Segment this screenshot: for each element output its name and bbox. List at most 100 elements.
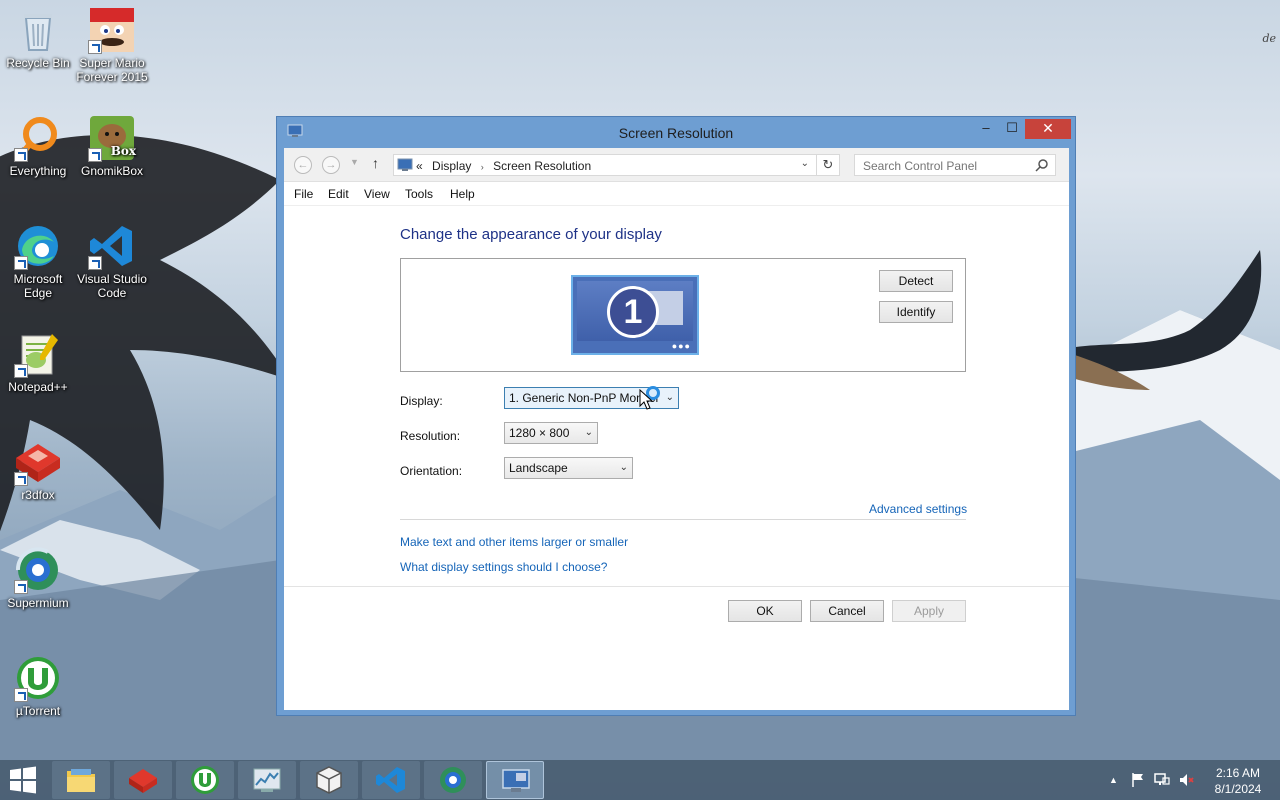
desktop-icon-notepadpp[interactable]: Notepad++ <box>0 330 76 394</box>
network-icon[interactable] <box>1154 772 1170 788</box>
menu-view[interactable]: View <box>364 187 390 201</box>
identify-button[interactable]: Identify <box>879 301 953 323</box>
breadcrumb-screen-resolution[interactable]: Screen Resolution <box>493 159 591 173</box>
system-clock[interactable]: 2:16 AM 8/1/2024 <box>1206 765 1270 797</box>
mouse-pointer-icon <box>639 389 653 410</box>
taskbar-file-explorer[interactable] <box>52 761 110 799</box>
window-title: Screen Resolution <box>618 125 734 141</box>
orientation-select-value: Landscape <box>509 461 568 475</box>
orientation-label: Orientation: <box>400 464 463 478</box>
display-icon <box>397 158 413 171</box>
desktop-icon-edge[interactable]: Microsoft Edge <box>0 222 76 300</box>
taskbar-task-manager[interactable] <box>238 761 296 799</box>
resolution-select-value: 1280 × 800 <box>509 426 570 440</box>
utorrent-icon <box>14 654 62 702</box>
gnomikbox-icon: Box <box>88 114 136 162</box>
recycle-bin-icon <box>14 6 62 54</box>
monitor-number-badge: 1 <box>607 286 659 338</box>
chevron-down-icon: ⌄ <box>619 462 628 473</box>
taskbar: ▲ 2:16 AM 8/1/2024 <box>0 760 1280 800</box>
desktop-icon-vscode[interactable]: Visual Studio Code <box>74 222 150 300</box>
show-hidden-icons-chevron-icon[interactable]: ▲ <box>1109 775 1118 785</box>
display-control-panel-icon <box>502 769 530 792</box>
taskbar-r3dfox[interactable] <box>114 761 172 799</box>
vscode-icon <box>376 767 405 793</box>
search-box[interactable] <box>854 154 1056 176</box>
resolution-label: Resolution: <box>400 429 461 443</box>
folder-icon <box>67 769 95 792</box>
text-size-link[interactable]: Make text and other items larger or smal… <box>400 535 628 549</box>
notepad-plus-plus-icon <box>14 330 62 378</box>
taskbar-utorrent[interactable] <box>176 761 234 799</box>
chevron-down-icon: ⌄ <box>584 427 593 438</box>
utorrent-icon <box>191 766 219 794</box>
menu-edit[interactable]: Edit <box>328 187 349 201</box>
desktop-icon-utorrent[interactable]: µTorrent <box>0 654 76 718</box>
display-select-value: 1. Generic Non-PnP Monitor <box>509 391 660 405</box>
monitor-arrangement-area: 1 ●●● Detect Identify <box>400 258 966 372</box>
desktop-icon-label: Microsoft Edge <box>13 272 63 300</box>
monitor-dots-icon: ●●● <box>671 341 691 351</box>
desktop-icon-gnomikbox[interactable]: Box GnomikBox <box>74 114 150 178</box>
advanced-settings-link[interactable]: Advanced settings <box>869 502 967 516</box>
menu-tools[interactable]: Tools <box>405 187 433 201</box>
orientation-select[interactable]: Landscape ⌄ <box>504 457 633 479</box>
desktop-icon-everything[interactable]: Everything <box>0 114 76 178</box>
forward-button[interactable]: → <box>322 156 340 174</box>
desktop-icon-label: Recycle Bin <box>6 56 70 70</box>
refresh-button[interactable]: ↻ <box>816 154 840 176</box>
close-button[interactable]: ✕ <box>1025 119 1071 139</box>
cancel-button[interactable]: Cancel <box>810 600 884 622</box>
address-dropdown-chevron-icon[interactable]: ⌄ <box>801 158 809 169</box>
resolution-select[interactable]: 1280 × 800 ⌄ <box>504 422 598 444</box>
monitor-1-tile[interactable]: 1 ●●● <box>571 275 699 355</box>
up-button[interactable]: ↑ <box>372 155 379 171</box>
wallpaper-corner-text: de <box>1262 32 1276 45</box>
desktop-icon-label: Everything <box>9 164 67 178</box>
menu-help[interactable]: Help <box>450 187 475 201</box>
back-button[interactable]: ← <box>294 156 312 174</box>
vscode-icon <box>88 222 136 270</box>
edge-icon <box>14 222 62 270</box>
search-icon <box>1035 159 1048 172</box>
search-input[interactable] <box>863 158 1033 173</box>
action-center-flag-icon[interactable] <box>1130 772 1146 788</box>
title-bar[interactable]: Screen Resolution – ☐ ✕ <box>277 117 1075 148</box>
start-button[interactable] <box>8 766 38 794</box>
supermium-icon <box>440 767 466 793</box>
minimize-button[interactable]: – <box>973 119 999 139</box>
button-bar-divider <box>284 586 1069 587</box>
taskbar-supermium[interactable] <box>424 761 482 799</box>
desktop-icon-label: Notepad++ <box>8 380 68 394</box>
breadcrumb-display[interactable]: Display <box>432 159 471 173</box>
apply-button[interactable]: Apply <box>892 600 966 622</box>
taskbar-screen-resolution[interactable] <box>486 761 544 799</box>
desktop-icon-label: r3dfox <box>21 488 55 502</box>
desktop-icon-label: Supermium <box>7 596 69 610</box>
desktop-icon-super-mario[interactable]: Super Mario Forever 2015 <box>74 6 150 84</box>
r3dfox-icon <box>14 438 62 486</box>
maximize-button[interactable]: ☐ <box>999 119 1025 139</box>
window-client-area: ← → ▼ ↑ « Display › Screen Resolution ⌄ … <box>284 148 1069 710</box>
breadcrumb-separator[interactable]: › <box>481 162 484 172</box>
desktop-icon-supermium[interactable]: Supermium <box>0 546 76 610</box>
display-settings-help-link[interactable]: What display settings should I choose? <box>400 560 607 574</box>
clock-date: 8/1/2024 <box>1214 782 1262 796</box>
volume-muted-icon[interactable] <box>1178 772 1194 788</box>
menu-bar: File Edit View Tools Help <box>284 182 1069 206</box>
breadcrumb: « Display › Screen Resolution <box>416 159 597 173</box>
mario-icon <box>88 6 136 54</box>
taskbar-vscode[interactable] <box>362 761 420 799</box>
desktop-icon-r3dfox[interactable]: r3dfox <box>0 438 76 502</box>
ok-button[interactable]: OK <box>728 600 802 622</box>
breadcrumb-overflow[interactable]: « <box>416 159 423 173</box>
taskbar-virtualbox[interactable] <box>300 761 358 799</box>
recent-locations-chevron-icon[interactable]: ▼ <box>350 157 359 167</box>
desktop-icon-label: Visual Studio Code <box>77 272 147 300</box>
desktop-icon-label: Super Mario Forever 2015 <box>76 56 148 84</box>
menu-file[interactable]: File <box>294 187 313 201</box>
address-bar[interactable]: « Display › Screen Resolution ⌄ <box>393 154 840 176</box>
detect-button[interactable]: Detect <box>879 270 953 292</box>
desktop-icon-recycle-bin[interactable]: Recycle Bin <box>0 6 76 70</box>
screen-resolution-window: Screen Resolution – ☐ ✕ ← → ▼ ↑ « Displa… <box>276 116 1076 716</box>
